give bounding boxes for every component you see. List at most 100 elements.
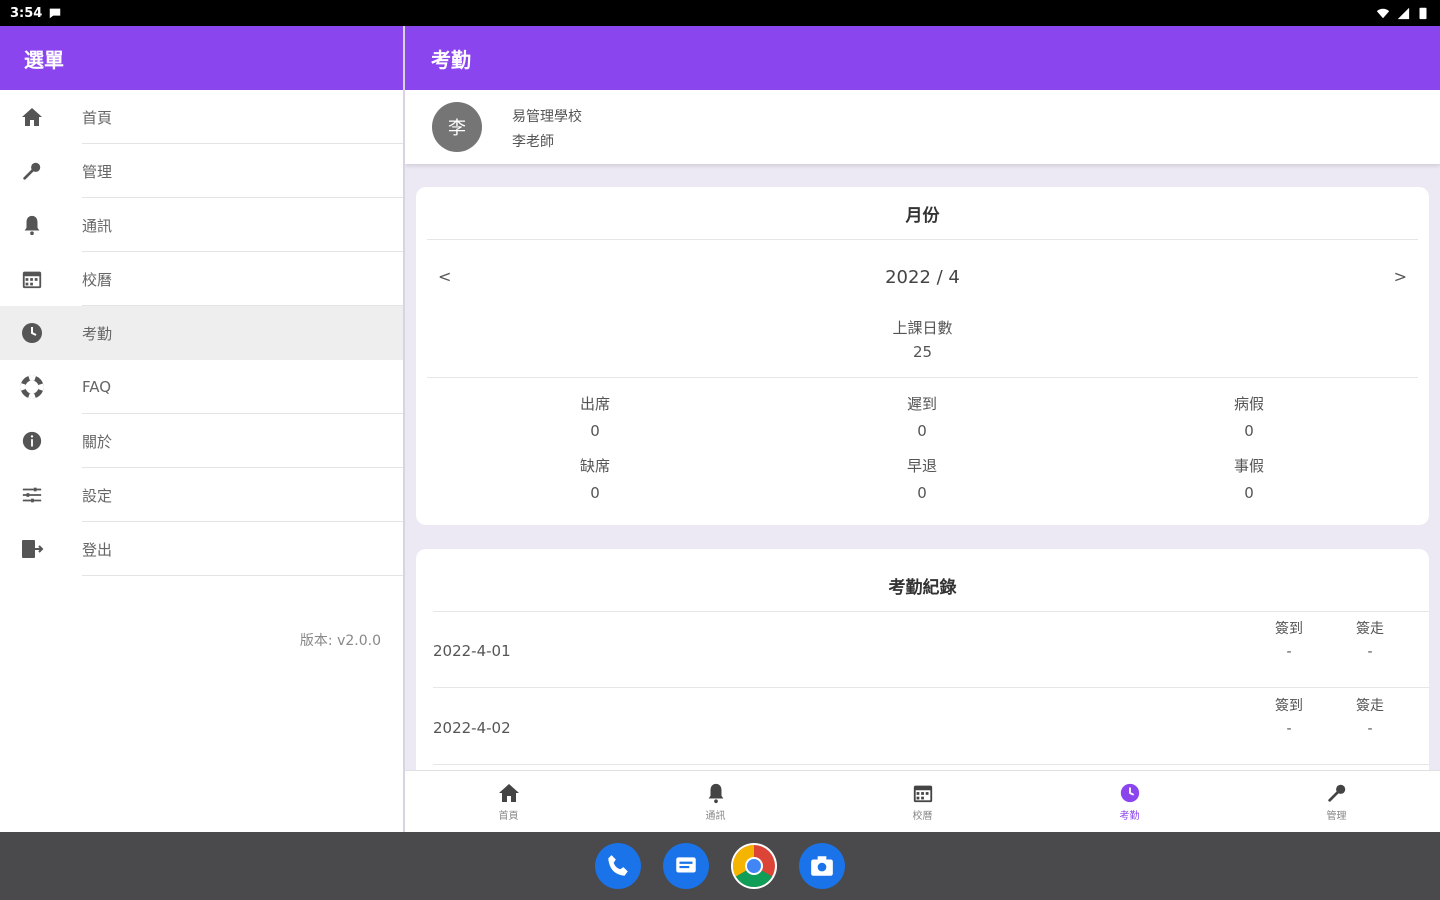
drawer-item-label: 登出 xyxy=(82,540,113,559)
bottom-nav-home[interactable]: 首頁 xyxy=(405,771,612,832)
chat-notification-icon xyxy=(50,8,61,19)
bottom-nav-calendar[interactable]: 校曆 xyxy=(819,771,1026,832)
drawer-item-messages[interactable]: 通訊 xyxy=(0,198,403,252)
chrome-app[interactable] xyxy=(731,843,777,889)
table-row[interactable]: 2022-4-02 簽到 - 簽走 - xyxy=(433,689,1429,765)
teacher-name: 李老師 xyxy=(512,134,554,150)
stat-value: 0 xyxy=(590,422,600,440)
sliders-icon xyxy=(19,482,45,508)
drawer-header: 選單 xyxy=(0,26,403,90)
stat-sick-leave: 病假 0 xyxy=(1189,393,1309,440)
sign-out-cell: 簽走 - xyxy=(1340,695,1400,737)
message-icon xyxy=(676,857,696,873)
divider xyxy=(427,239,1418,240)
month-card-title: 月份 xyxy=(905,206,940,226)
sign-out-value: - xyxy=(1367,644,1373,660)
phone-app[interactable] xyxy=(595,843,641,889)
lifebuoy-icon xyxy=(19,374,45,400)
sign-out-label: 簽走 xyxy=(1356,698,1384,714)
bottom-nav-label: 校曆 xyxy=(912,811,933,822)
page-title: 考勤 xyxy=(431,47,471,72)
drawer-item-logout[interactable]: 登出 xyxy=(0,522,403,576)
status-time: 3:54 xyxy=(10,5,43,21)
drawer-item-label: 關於 xyxy=(82,432,113,451)
stat-label: 出席 xyxy=(579,395,610,413)
stat-late: 遲到 0 xyxy=(862,393,982,440)
stat-value: 0 xyxy=(917,422,927,440)
chrome-icon xyxy=(732,845,775,888)
logout-icon xyxy=(19,536,45,562)
school-days-label: 上課日數 xyxy=(892,319,953,337)
stat-label: 缺席 xyxy=(579,457,610,475)
attendance-records-card: 考勤紀錄 2022-4-01 簽到 - 簽走 - 2022-4-02 簽到 - … xyxy=(416,549,1429,770)
drawer-title: 選單 xyxy=(24,47,64,72)
bottom-nav-manage[interactable]: 管理 xyxy=(1233,771,1440,832)
top-app-bar: 考勤 xyxy=(405,26,1440,90)
sign-in-label: 簽到 xyxy=(1275,621,1303,637)
calendar-icon xyxy=(911,781,935,805)
current-month: 2022 / 4 xyxy=(885,267,960,288)
wifi-icon xyxy=(1376,8,1390,19)
clock-icon xyxy=(1118,781,1142,805)
system-dock xyxy=(0,832,1440,900)
stat-present: 出席 0 xyxy=(535,393,655,440)
bottom-navigation: 首頁 通訊 校曆 考勤 管理 xyxy=(405,770,1440,832)
drawer-item-faq[interactable]: FAQ xyxy=(0,360,403,414)
drawer-item-about[interactable]: 關於 xyxy=(0,414,403,468)
divider xyxy=(82,575,403,576)
record-date: 2022-4-02 xyxy=(433,719,511,737)
school-name: 易管理學校 xyxy=(512,109,582,125)
bottom-nav-messages[interactable]: 通訊 xyxy=(612,771,819,832)
sign-in-cell: 簽到 - xyxy=(1259,618,1319,660)
drawer-item-home[interactable]: 首頁 xyxy=(0,90,403,144)
drawer-item-label: 管理 xyxy=(82,162,113,181)
attendance-content: 李 易管理學校 李老師 月份 < 2022 / 4 > 上課日數 25 出席 0… xyxy=(405,90,1440,770)
sign-in-value: - xyxy=(1286,644,1292,660)
divider xyxy=(433,764,1429,765)
stat-early-leave: 早退 0 xyxy=(862,455,982,502)
stat-value: 0 xyxy=(590,484,600,502)
camera-app[interactable] xyxy=(799,843,845,889)
drawer-item-label: FAQ xyxy=(82,378,112,396)
stat-value: 0 xyxy=(1244,422,1254,440)
avatar: 李 xyxy=(432,102,482,152)
bottom-nav-label: 管理 xyxy=(1326,811,1347,822)
records-card-title: 考勤紀錄 xyxy=(888,578,957,598)
sign-in-cell: 簽到 - xyxy=(1259,695,1319,737)
messages-app[interactable] xyxy=(663,843,709,889)
stat-value: 0 xyxy=(917,484,927,502)
status-bar: 3:54 xyxy=(0,0,1440,26)
bottom-nav-label: 考勤 xyxy=(1119,811,1140,822)
drawer-item-manage[interactable]: 管理 xyxy=(0,144,403,198)
home-icon xyxy=(19,104,45,130)
sign-in-value: - xyxy=(1286,721,1292,737)
camera-icon xyxy=(811,856,833,876)
drawer-item-settings[interactable]: 設定 xyxy=(0,468,403,522)
sign-out-value: - xyxy=(1367,721,1373,737)
drawer-item-label: 考勤 xyxy=(82,324,113,343)
bottom-nav-label: 首頁 xyxy=(498,811,519,822)
month-summary-card: 月份 < 2022 / 4 > 上課日數 25 出席 0 遲到 0 病假 0 缺… xyxy=(416,187,1429,525)
drawer-item-attendance[interactable]: 考勤 xyxy=(0,306,403,360)
clock-icon xyxy=(19,320,45,346)
stat-label: 早退 xyxy=(906,457,937,475)
stat-value: 0 xyxy=(1244,484,1254,502)
bottom-nav-attendance[interactable]: 考勤 xyxy=(1026,771,1233,832)
drawer-item-label: 首頁 xyxy=(82,108,113,127)
sign-in-label: 簽到 xyxy=(1275,698,1303,714)
drawer-item-label: 校曆 xyxy=(82,270,113,289)
next-month-button[interactable]: > xyxy=(1394,267,1407,286)
record-date: 2022-4-01 xyxy=(433,642,511,660)
sign-out-label: 簽走 xyxy=(1356,621,1384,637)
bottom-nav-label: 通訊 xyxy=(705,811,726,822)
bell-icon xyxy=(19,212,45,238)
info-icon xyxy=(19,428,45,454)
profile-header: 李 易管理學校 李老師 xyxy=(405,90,1440,164)
divider xyxy=(433,687,1429,688)
wrench-icon xyxy=(1325,781,1349,805)
drawer-item-label: 設定 xyxy=(82,486,113,505)
table-row[interactable]: 2022-4-01 簽到 - 簽走 - xyxy=(433,612,1429,688)
stat-label: 遲到 xyxy=(906,395,937,413)
drawer-item-calendar[interactable]: 校曆 xyxy=(0,252,403,306)
stat-label: 事假 xyxy=(1233,457,1264,475)
